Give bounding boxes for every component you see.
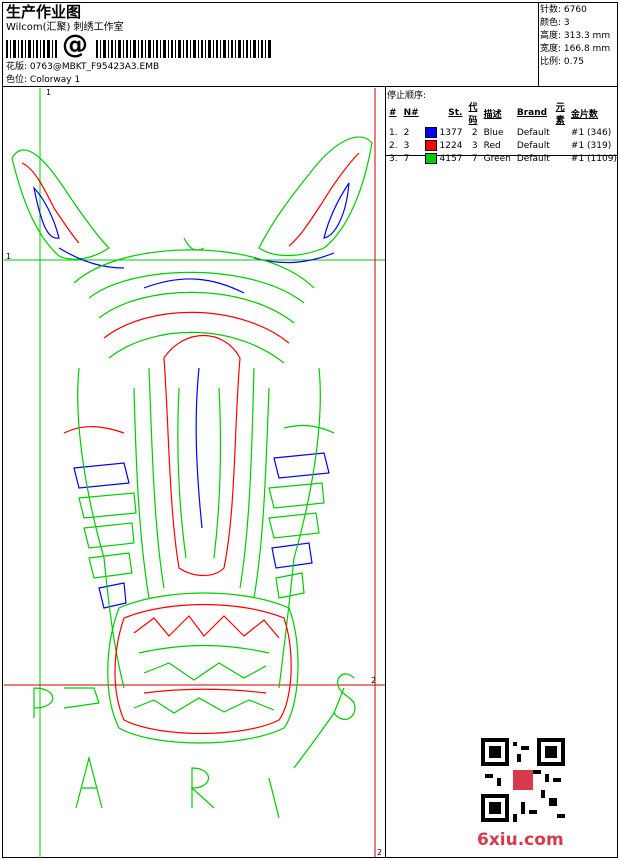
color-swatch (424, 153, 437, 164)
scale-label: 比例: (540, 57, 562, 67)
colors-label: 颜色: (540, 18, 562, 28)
guide-marker-left: 1 (6, 252, 12, 261)
stitches-value: 6760 (563, 5, 587, 15)
design-value: 0763@MBKT_F95423A3.EMB (29, 62, 160, 72)
color-table: # N# St. 代码 描述 Brand 元素 金片数 1. 2 1377 2 … (386, 100, 620, 165)
col-desc: 描述 (483, 109, 502, 120)
row-needle: 3 (403, 140, 410, 151)
stats-divider (538, 2, 539, 86)
qr-code (481, 738, 565, 822)
row-needle: 7 (403, 153, 410, 164)
col-element: 元素 (555, 103, 565, 126)
table-row: 1. 2 1377 2 Blue Default #1 (346) (386, 126, 620, 139)
canvas-divider (385, 86, 386, 858)
row-desc: Blue (483, 127, 504, 138)
col-stitches: St. (448, 108, 463, 118)
embroidery-preview (4, 88, 385, 858)
stitches-label: 针数: (540, 5, 562, 15)
row-needle: 2 (403, 127, 410, 138)
color-swatch (424, 127, 437, 138)
row-sequins: #1 (1109) (570, 153, 617, 164)
row-index: 1. (389, 127, 398, 138)
table-row: 3. 7 4157 7 Green Default #1 (1109) (386, 152, 620, 165)
col-sequins: 金片数 (570, 109, 598, 120)
row-code: 2 (471, 127, 478, 138)
header-divider (2, 86, 618, 87)
design-label: 花版: (6, 62, 28, 72)
colorway-row: 色位: Colorway 1 (6, 75, 80, 86)
row-brand: Default (516, 127, 550, 138)
scale-value: 0.75 (563, 57, 584, 67)
color-table-header: # N# St. 代码 描述 Brand 元素 金片数 (386, 100, 620, 126)
stitch-count: 1224 (439, 141, 463, 151)
barcode-text: @ (62, 30, 88, 60)
row-index: 2. (389, 140, 398, 151)
row-sequins: #1 (346) (570, 127, 612, 138)
row-stitches: 1377 (422, 126, 466, 139)
col-index: # (389, 108, 397, 118)
table-row: 2. 3 1224 3 Red Default #1 (319) (386, 139, 620, 152)
watermark-logo: 6xiu.com (477, 830, 564, 850)
colorway-value: Colorway 1 (29, 75, 81, 85)
row-code: 7 (471, 153, 478, 164)
page-title: 生产作业图 (6, 3, 82, 21)
row-index: 3. (389, 153, 398, 164)
row-stitches: 4157 (422, 152, 466, 165)
width-label: 宽度: (540, 44, 562, 54)
height-value: 313.3 mm (563, 31, 611, 41)
row-stitches: 1224 (422, 139, 466, 152)
col-needle: N# (403, 108, 419, 118)
row-sequins: #1 (319) (570, 140, 612, 151)
row-brand: Default (516, 140, 550, 151)
guide-marker-right: 2 (371, 676, 377, 685)
row-desc: Red (483, 140, 501, 151)
row-brand: Default (516, 153, 550, 164)
colors-value: 3 (563, 18, 570, 28)
height-label: 高度: (540, 31, 562, 41)
color-swatch (424, 140, 437, 151)
row-desc: Green (483, 153, 511, 164)
colorway-label: 色位: (6, 75, 28, 85)
col-code: 代码 (468, 103, 478, 126)
stats-panel: 针数: 6760 颜色: 3 高度: 313.3 mm 宽度: 166.8 mm… (540, 4, 610, 69)
barcode (6, 40, 271, 58)
row-code: 3 (471, 140, 478, 151)
width-value: 166.8 mm (563, 44, 611, 54)
design-name-row: 花版: 0763@MBKT_F95423A3.EMB (6, 62, 159, 73)
guide-marker-top: 1 (46, 88, 52, 97)
stitch-count: 1377 (439, 128, 463, 138)
stitch-count: 4157 (439, 154, 463, 164)
col-brand: Brand (516, 108, 548, 118)
guide-marker-bottom: 2 (377, 848, 383, 857)
